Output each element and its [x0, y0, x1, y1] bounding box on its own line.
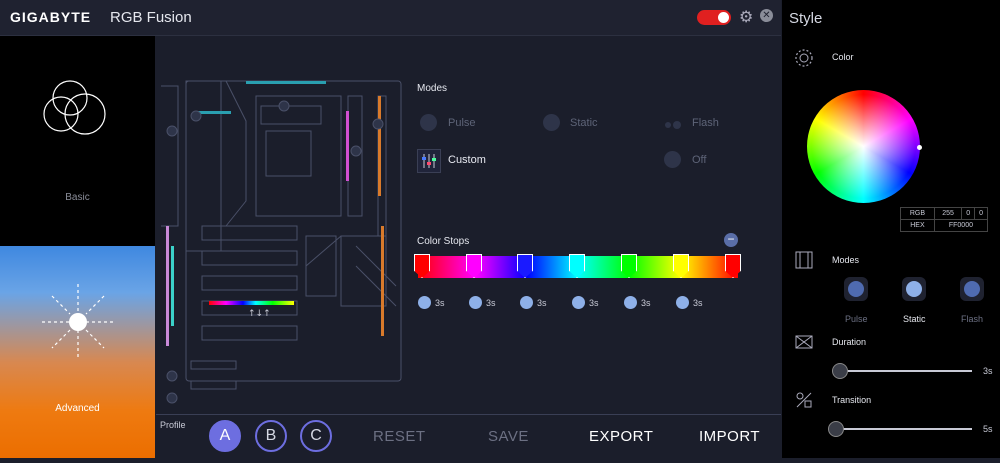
static-style-button[interactable]	[902, 277, 926, 301]
hex-value[interactable]: FF0000	[933, 219, 989, 232]
off-mode-label[interactable]: Off	[692, 154, 706, 166]
pulse-style-button[interactable]	[844, 277, 868, 301]
profile-a-button[interactable]: A	[209, 420, 241, 452]
basic-label: Basic	[65, 192, 90, 203]
hex-label: HEX	[900, 219, 935, 232]
transition-slider-track[interactable]	[834, 428, 972, 430]
profile-label: Profile	[160, 420, 186, 430]
sunburst-icon	[42, 284, 114, 360]
pulse-mode-label[interactable]: Pulse	[448, 117, 476, 129]
flash-mode-icon[interactable]	[664, 117, 684, 129]
modes-label: Modes	[832, 255, 860, 265]
film-icon	[794, 250, 814, 270]
stop-timer-icon[interactable]	[676, 296, 689, 309]
static-mode-icon[interactable]	[543, 114, 560, 131]
color-stops-title: Color Stops	[417, 236, 470, 247]
stop-time-4: 3s	[589, 298, 599, 308]
color-value-table: RGB 255 0 0 HEX FF0000	[900, 207, 989, 232]
stop-time-3: 3s	[537, 298, 547, 308]
off-mode-icon[interactable]	[664, 151, 681, 168]
duration-icon	[794, 332, 814, 352]
rgb-r-value[interactable]: 255	[933, 207, 963, 220]
profile-c-button[interactable]: C	[300, 420, 332, 452]
stop-timer-icon[interactable]	[469, 296, 482, 309]
stop-time-1: 3s	[435, 298, 445, 308]
flash-mode-label[interactable]: Flash	[692, 117, 719, 129]
stop-timer-icon[interactable]	[520, 296, 533, 309]
stop-timer-icon[interactable]	[572, 296, 585, 309]
bottom-bar	[156, 414, 781, 459]
rgb-b-value[interactable]: 0	[974, 207, 988, 220]
color-icon	[794, 48, 814, 68]
style-title: Style	[789, 10, 823, 27]
export-button[interactable]: EXPORT	[589, 428, 653, 445]
gear-icon[interactable]: ⚙	[739, 7, 753, 27]
duration-slider-track[interactable]	[834, 370, 972, 372]
transition-icon	[794, 390, 814, 410]
pulse-mode-icon[interactable]	[420, 114, 437, 131]
rgb-label: RGB	[900, 207, 935, 220]
transition-value: 5s	[983, 424, 993, 434]
stop-time-2: 3s	[486, 298, 496, 308]
flash-style-label: Flash	[961, 314, 984, 324]
transition-slider-handle[interactable]	[828, 421, 844, 437]
venn-icon	[43, 80, 106, 135]
static-style-label: Static	[903, 314, 926, 324]
advanced-label: Advanced	[55, 403, 100, 414]
save-button[interactable]: SAVE	[488, 428, 529, 445]
profile-b-button[interactable]: B	[255, 420, 287, 452]
stop-time-5: 3s	[641, 298, 651, 308]
custom-mode-label[interactable]: Custom	[448, 154, 486, 166]
transition-label: Transition	[832, 395, 872, 405]
motherboard-area: ↑↓↑	[156, 36, 781, 414]
duration-label: Duration	[832, 337, 867, 347]
color-wheel[interactable]	[807, 90, 920, 203]
close-icon[interactable]: ✕	[760, 9, 773, 22]
brand-logo: GIGABYTE	[10, 9, 92, 25]
remove-stop-button[interactable]: −	[724, 233, 738, 247]
svg-text:↑↓↑: ↑↓↑	[248, 309, 271, 319]
stop-time-6: 3s	[693, 298, 703, 308]
flash-style-button[interactable]	[960, 277, 984, 301]
pulse-style-label: Pulse	[845, 314, 868, 324]
import-button[interactable]: IMPORT	[699, 428, 760, 445]
static-mode-label[interactable]: Static	[570, 117, 598, 129]
duration-slider-handle[interactable]	[832, 363, 848, 379]
stop-timer-icon[interactable]	[418, 296, 431, 309]
color-label: Color	[832, 52, 854, 62]
basic-mode-tile[interactable]	[0, 36, 155, 246]
app-title: RGB Fusion	[110, 9, 192, 26]
stop-timer-icon[interactable]	[624, 296, 637, 309]
custom-mode-icon[interactable]	[417, 149, 441, 173]
duration-value: 3s	[983, 366, 993, 376]
modes-title: Modes	[417, 83, 448, 94]
reset-button[interactable]: RESET	[373, 428, 426, 445]
power-toggle[interactable]	[697, 10, 731, 25]
color-wheel-knob[interactable]	[917, 145, 922, 150]
rgb-g-value[interactable]: 0	[961, 207, 976, 220]
motherboard-illustration: ↑↓↑	[161, 80, 402, 404]
advanced-mode-tile[interactable]	[0, 246, 155, 458]
